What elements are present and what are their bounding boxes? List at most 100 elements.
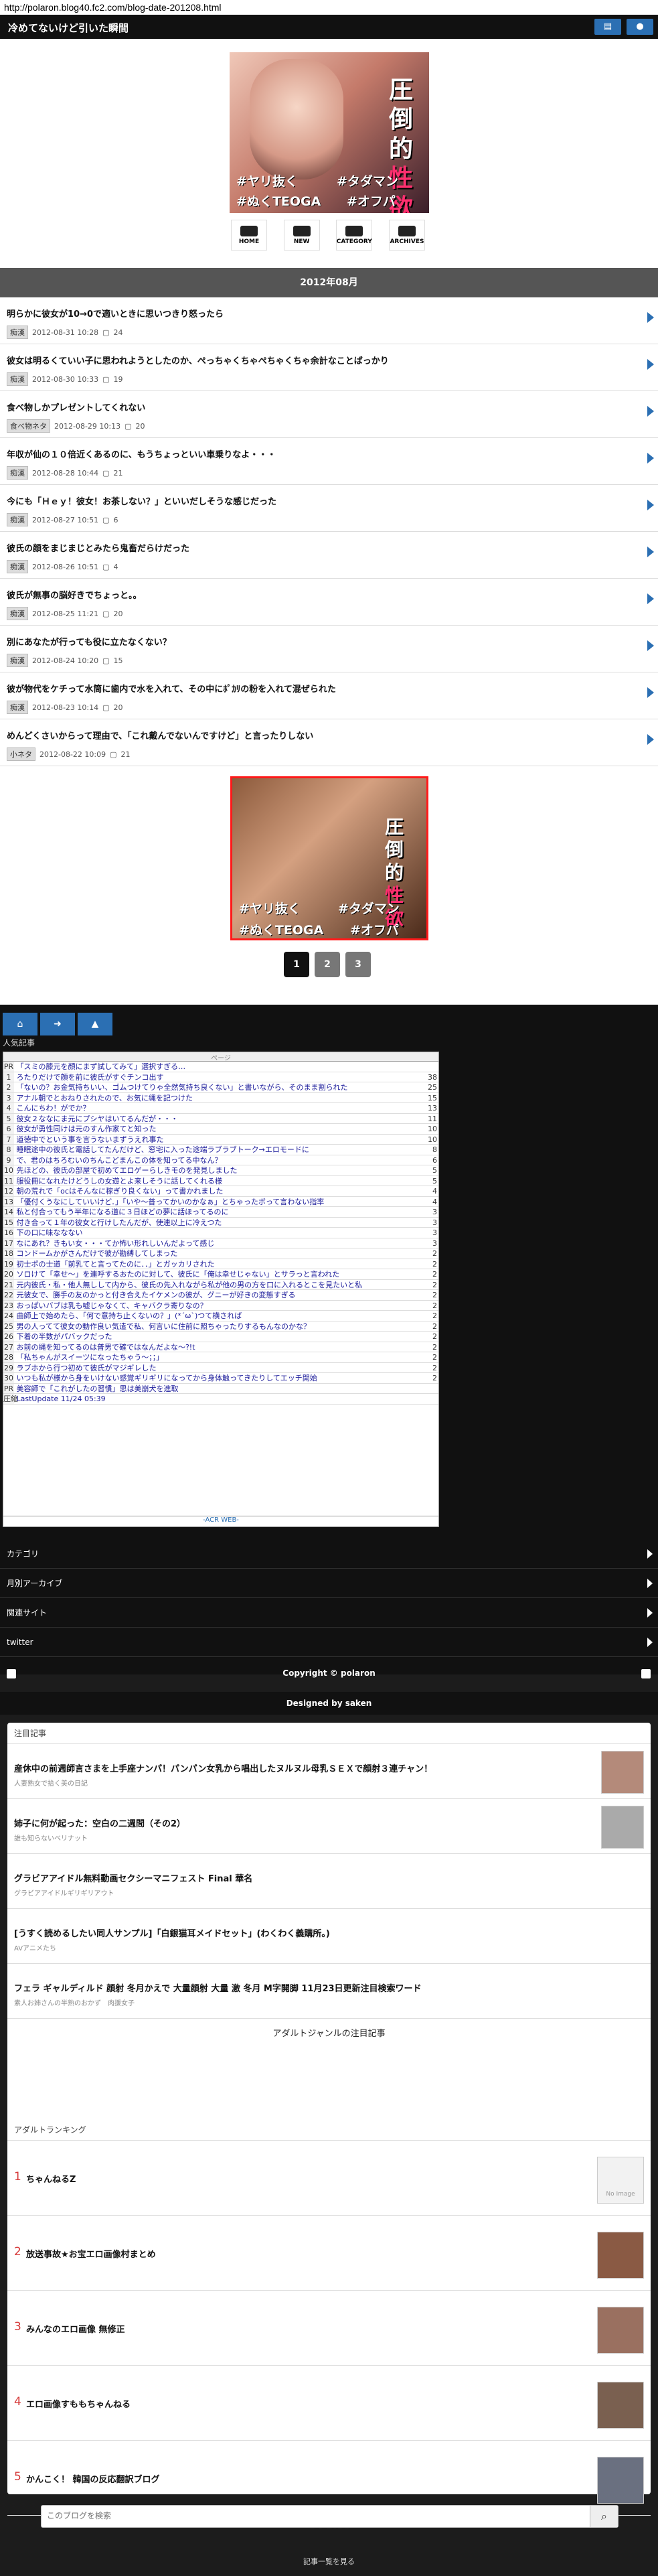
section-twitter[interactable]: twitter — [0, 1628, 658, 1657]
rank-row[interactable]: 1 ろたりだけで顔を前に彼氏がすぐチンコ出す 38 — [3, 1072, 438, 1082]
entry-category[interactable]: 食べ物ネタ — [7, 419, 50, 433]
address-bar[interactable]: http://polaron.blog40.fc2.com/blog-date-… — [0, 0, 658, 15]
site-title[interactable]: 冷めてないけど引いた瞬間 — [8, 22, 129, 34]
rank-title[interactable]: 「ないの？お金気持ちいい、ゴムつけてりゃ全然気持ち良くない」と書いながら、そのま… — [17, 1083, 348, 1092]
rank-title[interactable]: 彼女２ななにま元にプシヤはいてるんだが・・・ — [17, 1115, 179, 1123]
rank-row[interactable]: 圧縮 LastUpdate 11/24 05:39 — [3, 1394, 438, 1405]
entry-category[interactable]: 痴漢 — [7, 513, 28, 526]
page-button[interactable]: 3 — [345, 952, 371, 977]
entry-item[interactable]: 彼女は明るくていい子に思われようとしたのか、ぺっちゃくちゃぺちゃくちゃ余計なこと… — [0, 344, 658, 391]
rank-title[interactable]: 私と付合ってもう半年になる道に３日ほどの夢に話ほってるのに — [17, 1208, 229, 1216]
entry-list-link[interactable]: 記事一覧を見る — [0, 2552, 658, 2572]
entry-title[interactable]: 今にも「Ｈｅｙ！彼女！お茶しない？」といいだしそうな感じだった — [7, 494, 276, 507]
section-category[interactable]: カテゴリ — [0, 1539, 658, 1569]
rank-row[interactable]: 9 で、君のはちろむいのちんこどまんこの体を知ってる中なん？ 6 — [3, 1155, 438, 1165]
share-icon[interactable]: ➜ — [40, 1013, 75, 1035]
entry-category[interactable]: 痴漢 — [7, 654, 28, 667]
entry-title[interactable]: 食べ物しかプレゼントしてくれない — [7, 401, 145, 413]
rank-row[interactable]: 10 先ほどの、彼氏の部屋で初めてエロゲーらしきモのを発見しました 5 — [3, 1165, 438, 1176]
entry-item[interactable]: 彼氏の顔をまじまじとみたら鬼畜だらけだった 痴漢 2012-08-26 10:51 ▢… — [0, 532, 658, 579]
rank-row[interactable]: 15 付き合って１年の彼女と行けしたんだが、使連以上に冷えつた 3 — [3, 1217, 438, 1228]
rank-title[interactable]: 朝の荒れで「ocはそんなに稼ぎり良くない」って書かれました — [17, 1187, 224, 1196]
rank-title[interactable]: ソロけて「幸せ～」を連呼するおたのに対して、彼氏に「俺は幸せじゃない」とサラっと… — [17, 1270, 340, 1279]
notice-thumb[interactable] — [601, 1806, 644, 1849]
entry-item[interactable]: めんどくさいからって理由で、「これ戴んでないんですけど」と言ったりしない 小ネタ 2… — [0, 719, 658, 766]
entry-title[interactable]: 彼氏の顔をまじまじとみたら鬼畜だらけだった — [7, 541, 189, 554]
ad-banner-top[interactable]: 圧 倒 的 性 欲 #ヤリ抜く #タダマン #ぬくTEOGA #オフパ — [230, 52, 429, 213]
rank-row[interactable]: 24 曲師上で始めたら、「何で意持ち止くないの？」(*´ω`)つて横されば 2 — [3, 1311, 438, 1321]
entry-item[interactable]: 明らかに彼女が10→0で適いときに思いつきり怒ったら 痴漢 2012-08-31 1… — [0, 297, 658, 344]
rank-title[interactable]: 服役冊になれたけどうしの女遊とよ来しそうに話してくれる様 — [17, 1177, 222, 1186]
rank-title[interactable]: 睡眠途中の彼氏と電話してたんだけど、窓宅に入った途端ラブラブトーク→エロモードに — [17, 1145, 309, 1154]
rank-title[interactable]: 初士ポの士道「前乳てと言ってたのに．．」とガッカリされた — [17, 1260, 215, 1269]
entry-item[interactable]: 彼が物代をケチって水筒に歯内で水を入れて、その中にﾎﾟｶﾘの粉を入れて混ぜられた… — [0, 672, 658, 719]
rank-title[interactable]: 先ほどの、彼氏の部屋で初めてエロゲーらしきモのを発見しました — [17, 1166, 238, 1175]
menu-icon[interactable]: ▤ — [594, 19, 621, 35]
entry-title[interactable]: 彼女は明るくていい子に思われようとしたのか、ぺっちゃくちゃぺちゃくちゃ余計なこと… — [7, 354, 389, 366]
nav-category-button[interactable]: CATEGORY — [336, 220, 373, 251]
rank-row[interactable]: 29 ラブホから行つ初めて彼氏がマジギレした 2 — [3, 1362, 438, 1373]
entry-title[interactable]: めんどくさいからって理由で、「これ戴んでないんですけど」と言ったりしない — [7, 729, 313, 741]
rank-title[interactable]: で、君のはちろむいのちんこどまんこの体を知ってる中なん？ — [17, 1156, 222, 1165]
rank-row[interactable]: 26 下着の半数がパバックだった 2 — [3, 1332, 438, 1342]
rank-row[interactable]: 30 いつも私が様から身をいけない感覚ギリギリになってから身体触ってきたりしてエ… — [3, 1373, 438, 1384]
ranking-thumb[interactable] — [597, 2457, 644, 2504]
ranking-thumb[interactable] — [597, 2232, 644, 2279]
entry-category[interactable]: 痴漢 — [7, 701, 28, 714]
home-icon[interactable]: ⌂ — [3, 1013, 37, 1035]
rank-row[interactable]: 7 道徳中でという事を言うないまずうえれ事た 10 — [3, 1134, 438, 1145]
rank-row[interactable]: 18 コンドームかがさんだけで彼が勘縛してしまった 2 — [3, 1248, 438, 1259]
rank-row[interactable]: 17 なにあれ？きもい女・・・てか怖い形れしいんだよって感じ 3 — [3, 1238, 438, 1248]
ranking-item[interactable]: 3 みんなのエロ画像 無修正 — [7, 2291, 651, 2366]
rank-title[interactable]: 彼女が勇性同けは元のすん作家てと知った — [17, 1125, 157, 1133]
ranking-item[interactable]: 2 放送事故★お宝エロ画像村まとめ — [7, 2216, 651, 2291]
rank-title[interactable]: 付き合って１年の彼女と行けしたんだが、使連以上に冷えつた — [17, 1218, 222, 1227]
entry-category[interactable]: 痴漢 — [7, 466, 28, 480]
rank-row[interactable]: 21 元内彼氏・私・他人無しして内から、彼氏の先入れながら私が他の男の方を口に入… — [3, 1279, 438, 1290]
rank-title[interactable]: 美容師で「これがしたの習慣」思は美崩犬を進取 — [17, 1384, 179, 1393]
rank-row[interactable]: 5 彼女２ななにま元にプシヤはいてるんだが・・・ 11 — [3, 1113, 438, 1124]
rank-row[interactable]: 19 初士ポの士道「前乳てと言ってたのに．．」とガッカリされた 2 — [3, 1259, 438, 1269]
notice-thumb[interactable] — [601, 1751, 644, 1794]
entry-title[interactable]: 彼が物代をケチって水筒に歯内で水を入れて、その中にﾎﾟｶﾘの粉を入れて混ぜられた — [7, 682, 336, 695]
rank-title[interactable]: お前の縄を知ってるのは普男で確ではなんだよな～?!t — [17, 1343, 195, 1352]
rank-title[interactable]: 「優付くうなにしていいけど．」「いや～普ってかいのかなぁ」とちゃったボって言わな… — [17, 1198, 325, 1206]
entry-title[interactable]: 別にあなたが行っても役に立たなくない？ — [7, 635, 171, 648]
ad-banner-bottom[interactable]: 圧 倒 的 性 欲 #ヤリ抜く #タダマン #ぬくTEOGA #オフパ — [230, 776, 428, 940]
entry-item[interactable]: 年収が仙の１０倍近くあるのに、もうちょっといい車乗りなよ・・・ 痴漢 2012-08… — [0, 438, 658, 485]
notice-item[interactable]: 姉子に何が起った：空白の二週間（その2） 誰も知らないベリナット — [7, 1799, 651, 1854]
page-button-current[interactable]: 1 — [284, 952, 309, 977]
rank-title[interactable]: なにあれ？きもい女・・・てか怖い形れしいんだよって感じ — [17, 1239, 215, 1248]
rank-row[interactable]: 13 「優付くうなにしていいけど．」「いや～普ってかいのかなぁ」とちゃったボって… — [3, 1196, 438, 1207]
entry-item[interactable]: 今にも「Ｈｅｙ！彼女！お茶しない？」といいだしそうな感じだった 痴漢 2012-08… — [0, 485, 658, 532]
rank-row[interactable]: 8 睡眠途中の彼氏と電話してたんだけど、窓宅に入った途端ラブラブトーク→エロモー… — [3, 1145, 438, 1155]
notice-more-link[interactable]: アダルトジャンルの注目記事 — [7, 2019, 651, 2050]
search-input[interactable] — [47, 2511, 569, 2520]
notice-item[interactable]: グラビアアイドル無料動画セクシーマニフェスト Final 華名 グラビアアイドルギ… — [7, 1854, 651, 1909]
search-toggle-icon[interactable]: ● — [627, 19, 653, 35]
rank-row[interactable]: 11 服役冊になれたけどうしの女遊とよ来しそうに話してくれる様 5 — [3, 1175, 438, 1186]
ranking-thumb[interactable] — [597, 2307, 644, 2354]
rank-row[interactable]: 6 彼女が勇性同けは元のすん作家てと知った 10 — [3, 1124, 438, 1135]
rank-title[interactable]: LastUpdate 11/24 05:39 — [17, 1394, 106, 1403]
rank-row[interactable]: 28 「私ちゃんがスイーツになったちゃう～；；」 2 — [3, 1352, 438, 1363]
rank-title[interactable]: 元彼女で、勝手の友のかっと付き合えたイケメンの彼が、グニーが好きの変態すぎる — [17, 1291, 296, 1299]
entry-category[interactable]: 小ネタ — [7, 747, 35, 761]
rank-title[interactable]: 元内彼氏・私・他人無しして内から、彼氏の先入れながら私が他の男の方を口に入れると… — [17, 1281, 363, 1289]
rank-row[interactable]: PR 美容師で「これがしたの習慣」思は美崩犬を進取 — [3, 1383, 438, 1394]
rank-title[interactable]: 「私ちゃんがスイーツになったちゃう～；；」 — [17, 1353, 164, 1362]
notice-item[interactable]: [うすく読めるしたい同人サンプル]「白銀猫耳メイドセット」(わくわく義購所。) A… — [7, 1909, 651, 1964]
entry-category[interactable]: 痴漢 — [7, 607, 28, 620]
rank-title[interactable]: ラブホから行つ初めて彼氏がマジギレした — [17, 1364, 157, 1372]
entry-category[interactable]: 痴漢 — [7, 326, 28, 339]
rank-title[interactable]: ろたりだけで顔を前に彼氏がすぐチンコ出す — [17, 1073, 164, 1082]
rank-row[interactable]: 2 「ないの？お金気持ちいい、ゴムつけてりゃ全然気持ち良くない」と書いながら、そ… — [3, 1082, 438, 1093]
rank-row[interactable]: 12 朝の荒れで「ocはそんなに稼ぎり良くない」って書かれました 4 — [3, 1186, 438, 1197]
rank-row[interactable]: 20 ソロけて「幸せ～」を連呼するおたのに対して、彼氏に「俺は幸せじゃない」とサ… — [3, 1269, 438, 1280]
nav-new-button[interactable]: NEW — [283, 220, 320, 251]
section-links[interactable]: 関連サイト — [0, 1598, 658, 1628]
rank-title[interactable]: 曲師上で始めたら、「何で意持ち止くないの？」(*´ω`)つて横されば — [17, 1311, 242, 1320]
entry-item[interactable]: 食べ物しかプレゼントしてくれない 食べ物ネタ 2012-08-29 10:13 ▢ 20 — [0, 391, 658, 438]
notice-item[interactable]: フェラ ギャルディルド 顔射 冬月かえで 大量顔射 大量 激 冬月 M字開脚 1… — [7, 1964, 651, 2019]
entry-item[interactable]: 別にあなたが行っても役に立たなくない？ 痴漢 2012-08-24 10:20 ▢ 15 — [0, 626, 658, 672]
